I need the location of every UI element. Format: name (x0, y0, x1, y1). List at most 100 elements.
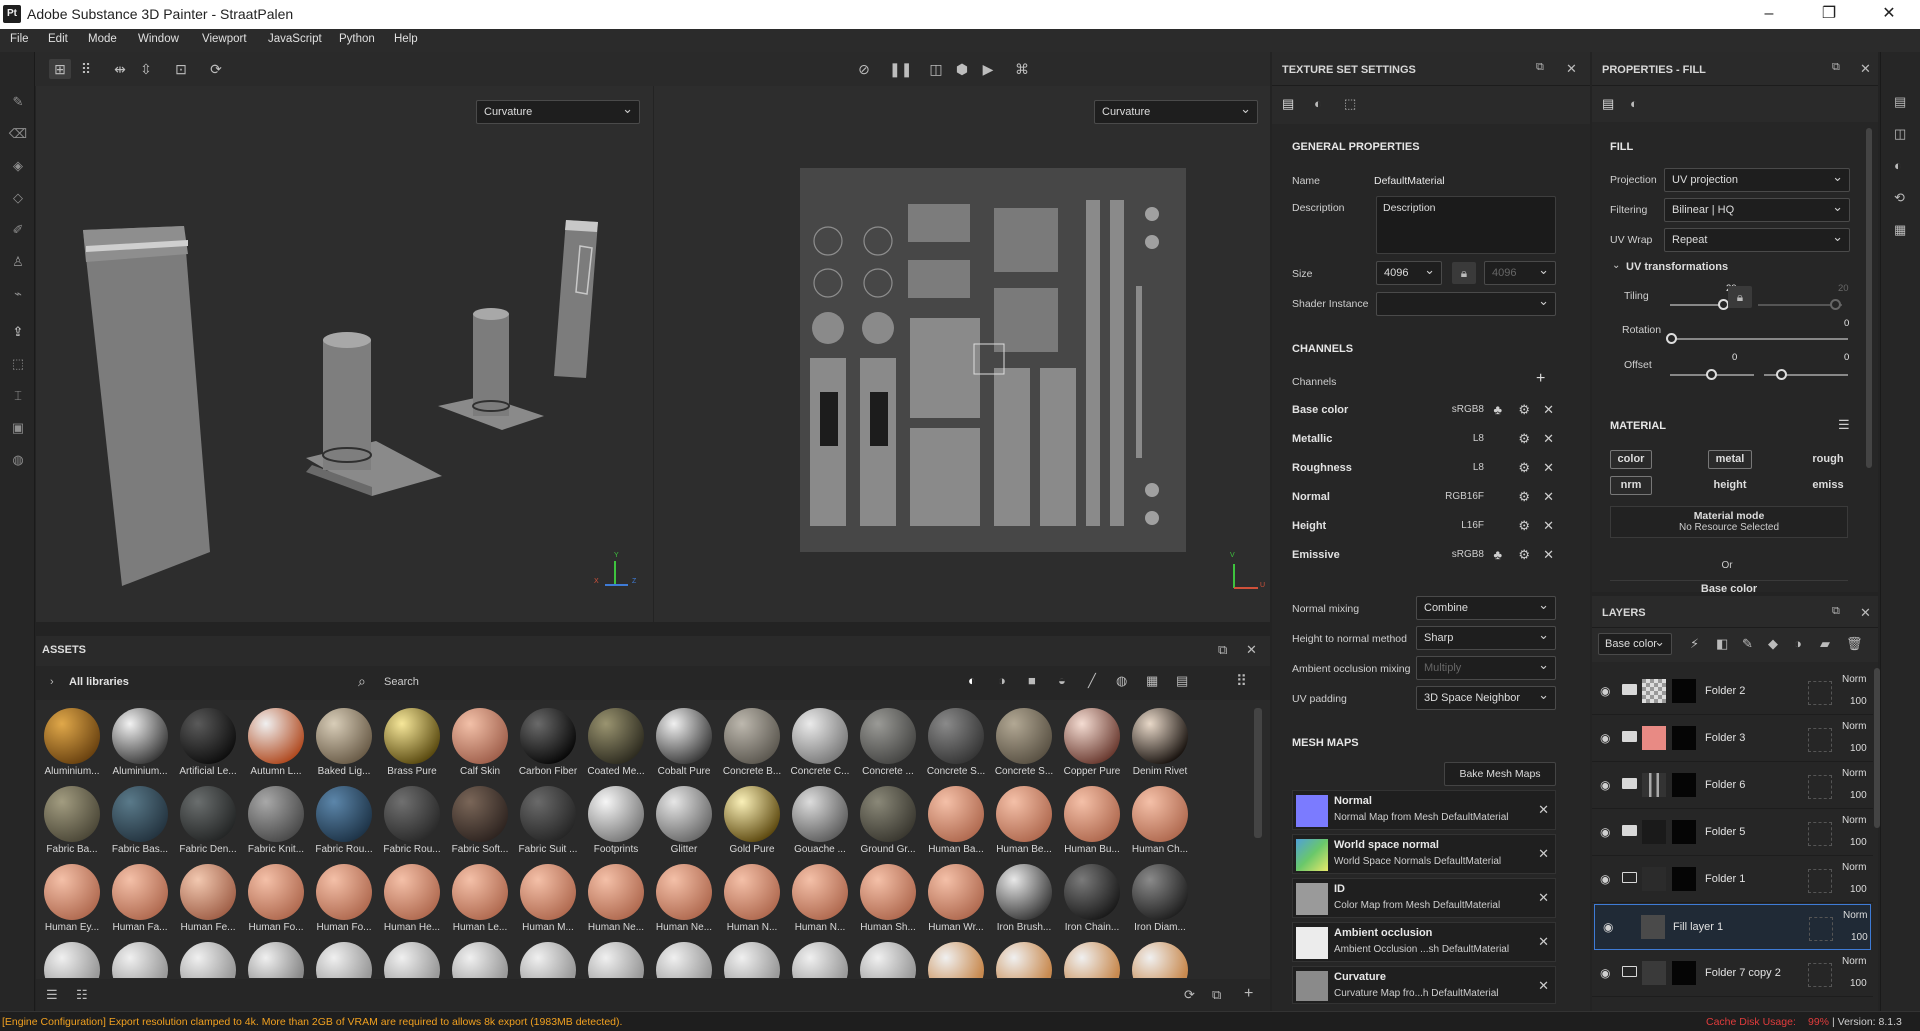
menu-javascript[interactable]: JavaScript (268, 33, 322, 45)
tag-metal-toggle[interactable]: metal (1708, 450, 1752, 469)
remove-icon[interactable]: ✕ (1538, 934, 1549, 950)
clone-stamp-icon[interactable]: ♙ (8, 254, 28, 272)
uv-transformations-header[interactable]: UV transformations (1626, 261, 1728, 273)
filter-particles-icon[interactable]: ◍ (1116, 673, 1127, 689)
assets-scrollbar[interactable] (1254, 708, 1262, 838)
channel-row[interactable]: Emissive sRGB8 ♣ ⚙ ✕ (1292, 545, 1556, 567)
hide-icon[interactable]: ⊘ (853, 59, 875, 79)
material-thumbnail[interactable]: Human Le... (448, 864, 512, 933)
remove-icon[interactable]: ✕ (1538, 802, 1549, 818)
filter-smart-materials-icon[interactable]: ◑ (998, 673, 1006, 688)
add-folder-icon[interactable]: ▰ (1820, 636, 1830, 652)
material-sphere-icon[interactable]: ◐ (1630, 96, 1638, 111)
layer-row[interactable]: ◉ Folder 1 Norm 100 (1592, 857, 1873, 903)
close-panel-icon[interactable]: ✕ (1566, 61, 1577, 77)
name-value[interactable]: DefaultMaterial (1374, 175, 1445, 187)
material-thumbnail-partial[interactable] (108, 942, 172, 978)
layer-channel-select[interactable]: Base color (1598, 633, 1672, 655)
material-thumbnail[interactable]: Iron Diam... (1128, 864, 1192, 933)
material-thumbnail-partial[interactable] (312, 942, 376, 978)
blend-mode-select[interactable]: Norm (1842, 862, 1866, 873)
color-profile-icon[interactable]: ♣ (1493, 402, 1502, 417)
blend-mode-select[interactable]: Norm (1842, 674, 1866, 685)
material-thumbnail[interactable]: Concrete ... (856, 708, 920, 777)
history-icon[interactable]: ⟳ (205, 59, 227, 79)
material-thumbnail[interactable]: Human M... (516, 864, 580, 933)
material-thumbnail[interactable]: Cobalt Pure (652, 708, 716, 777)
material-thumbnail-partial[interactable] (448, 942, 512, 978)
filter-masks-icon[interactable]: ■ (1028, 673, 1036, 688)
base-color-section[interactable]: Base color (1610, 580, 1848, 595)
add-view-icon[interactable]: ⊡ (170, 59, 192, 79)
tag-color-toggle[interactable]: color (1610, 450, 1652, 469)
material-sphere-icon[interactable]: ◐ (1314, 96, 1322, 111)
material-thumbnail[interactable]: Concrete S... (992, 708, 1056, 777)
material-thumbnail-partial[interactable] (244, 942, 308, 978)
material-thumbnail[interactable]: Human Fo... (312, 864, 376, 933)
menu-help[interactable]: Help (394, 33, 418, 45)
material-thumbnail[interactable]: Human Fe... (176, 864, 240, 933)
material-thumbnail[interactable]: Gold Pure (720, 786, 784, 855)
shader-settings-icon[interactable]: ◐ (1894, 158, 1902, 173)
material-thumbnail[interactable]: Human Bu... (1060, 786, 1124, 855)
blend-mode-select[interactable]: Norm (1842, 721, 1866, 732)
layer-row[interactable]: ◉ Folder 5 Norm 100 (1592, 810, 1873, 856)
channel-row[interactable]: Roughness L8 ⚙ ✕ (1292, 458, 1556, 480)
mesh-map-item[interactable]: World space normal World Space Normals D… (1292, 834, 1556, 874)
layer-row[interactable]: ◉ Folder 2 Norm 100 (1592, 669, 1873, 715)
offset-slider2-handle[interactable] (1776, 369, 1787, 380)
add-fill-layer-icon[interactable]: ◆ (1768, 636, 1778, 652)
material-thumbnail[interactable]: Aluminium... (40, 708, 104, 777)
float-panel-icon[interactable]: ⧉ (1832, 61, 1840, 74)
blend-mode-select[interactable]: Norm (1843, 910, 1867, 921)
close-panel-icon[interactable]: ✕ (1860, 605, 1871, 621)
material-thumbnail[interactable]: Ground Gr... (856, 786, 920, 855)
material-thumbnail[interactable]: Human He... (380, 864, 444, 933)
single-view-icon[interactable]: ⊞ (49, 59, 71, 79)
material-thumbnail[interactable]: Coated Me... (584, 708, 648, 777)
filtering-select[interactable]: Bilinear | HQ (1664, 198, 1850, 222)
log-icon[interactable]: ▦ (1894, 222, 1906, 238)
mirror-x-icon[interactable]: ⇹ (109, 59, 131, 79)
material-thumbnail-partial[interactable] (992, 942, 1056, 978)
float-panel-icon[interactable]: ⧉ (1832, 605, 1840, 618)
material-thumbnail[interactable]: Carbon Fiber (516, 708, 580, 777)
material-thumbnail[interactable]: Human Be... (992, 786, 1056, 855)
projection-select[interactable]: UV projection (1664, 168, 1850, 192)
bake-mesh-maps-button[interactable]: Bake Mesh Maps (1444, 762, 1556, 786)
visibility-eye-icon[interactable]: ◉ (1600, 825, 1610, 839)
add-paint-layer-icon[interactable]: ✎ (1742, 636, 1753, 652)
remove-icon[interactable]: ✕ (1543, 431, 1554, 447)
material-thumbnail[interactable]: Human N... (720, 864, 784, 933)
cube-icon[interactable]: ⬢ (951, 59, 973, 79)
material-thumbnail[interactable]: Human Wr... (924, 864, 988, 933)
remove-icon[interactable]: ✕ (1543, 489, 1554, 505)
opacity-value[interactable]: 100 (1851, 932, 1868, 943)
tag-height-toggle[interactable]: height (1708, 476, 1752, 495)
blend-mode-select[interactable]: Norm (1842, 815, 1866, 826)
opacity-value[interactable]: 100 (1850, 743, 1867, 754)
channel-row[interactable]: Normal RGB16F ⚙ ✕ (1292, 487, 1556, 509)
visibility-eye-icon[interactable]: ◉ (1600, 684, 1610, 698)
material-thumbnail[interactable]: Human Ba... (924, 786, 988, 855)
delete-layer-icon[interactable]: 🗑︎ (1846, 636, 1863, 652)
material-thumbnail[interactable]: Human N... (788, 864, 852, 933)
visibility-eye-icon[interactable]: ◉ (1600, 872, 1610, 886)
texture-set-list-icon[interactable]: ▤ (1282, 96, 1294, 112)
tag-rough-toggle[interactable]: rough (1808, 450, 1848, 469)
layer-row-selected[interactable]: ◉ Fill layer 1 Norm 100 (1594, 904, 1871, 950)
material-thumbnail-partial[interactable] (380, 942, 444, 978)
add-smart-material-icon[interactable]: ◑ (1794, 636, 1802, 651)
minimize-button[interactable]: – (1756, 4, 1782, 24)
material-thumbnail[interactable]: Brass Pure (380, 708, 444, 777)
details-view-icon[interactable]: ☷ (76, 987, 88, 1003)
history-dock-icon[interactable]: ⟲ (1894, 190, 1905, 206)
channel-row[interactable]: Metallic L8 ⚙ ✕ (1292, 429, 1556, 451)
opacity-value[interactable]: 100 (1850, 978, 1867, 989)
material-thumbnail[interactable]: Fabric Bas... (108, 786, 172, 855)
projection-icon[interactable]: ◈ (8, 158, 28, 176)
chevron-right-icon[interactable]: › (50, 676, 54, 688)
eraser-icon[interactable]: ⌫ (8, 126, 28, 144)
uv-padding-select[interactable]: 3D Space Neighbor (1416, 686, 1556, 710)
screenshot-icon[interactable]: ⌘ (1011, 59, 1033, 79)
